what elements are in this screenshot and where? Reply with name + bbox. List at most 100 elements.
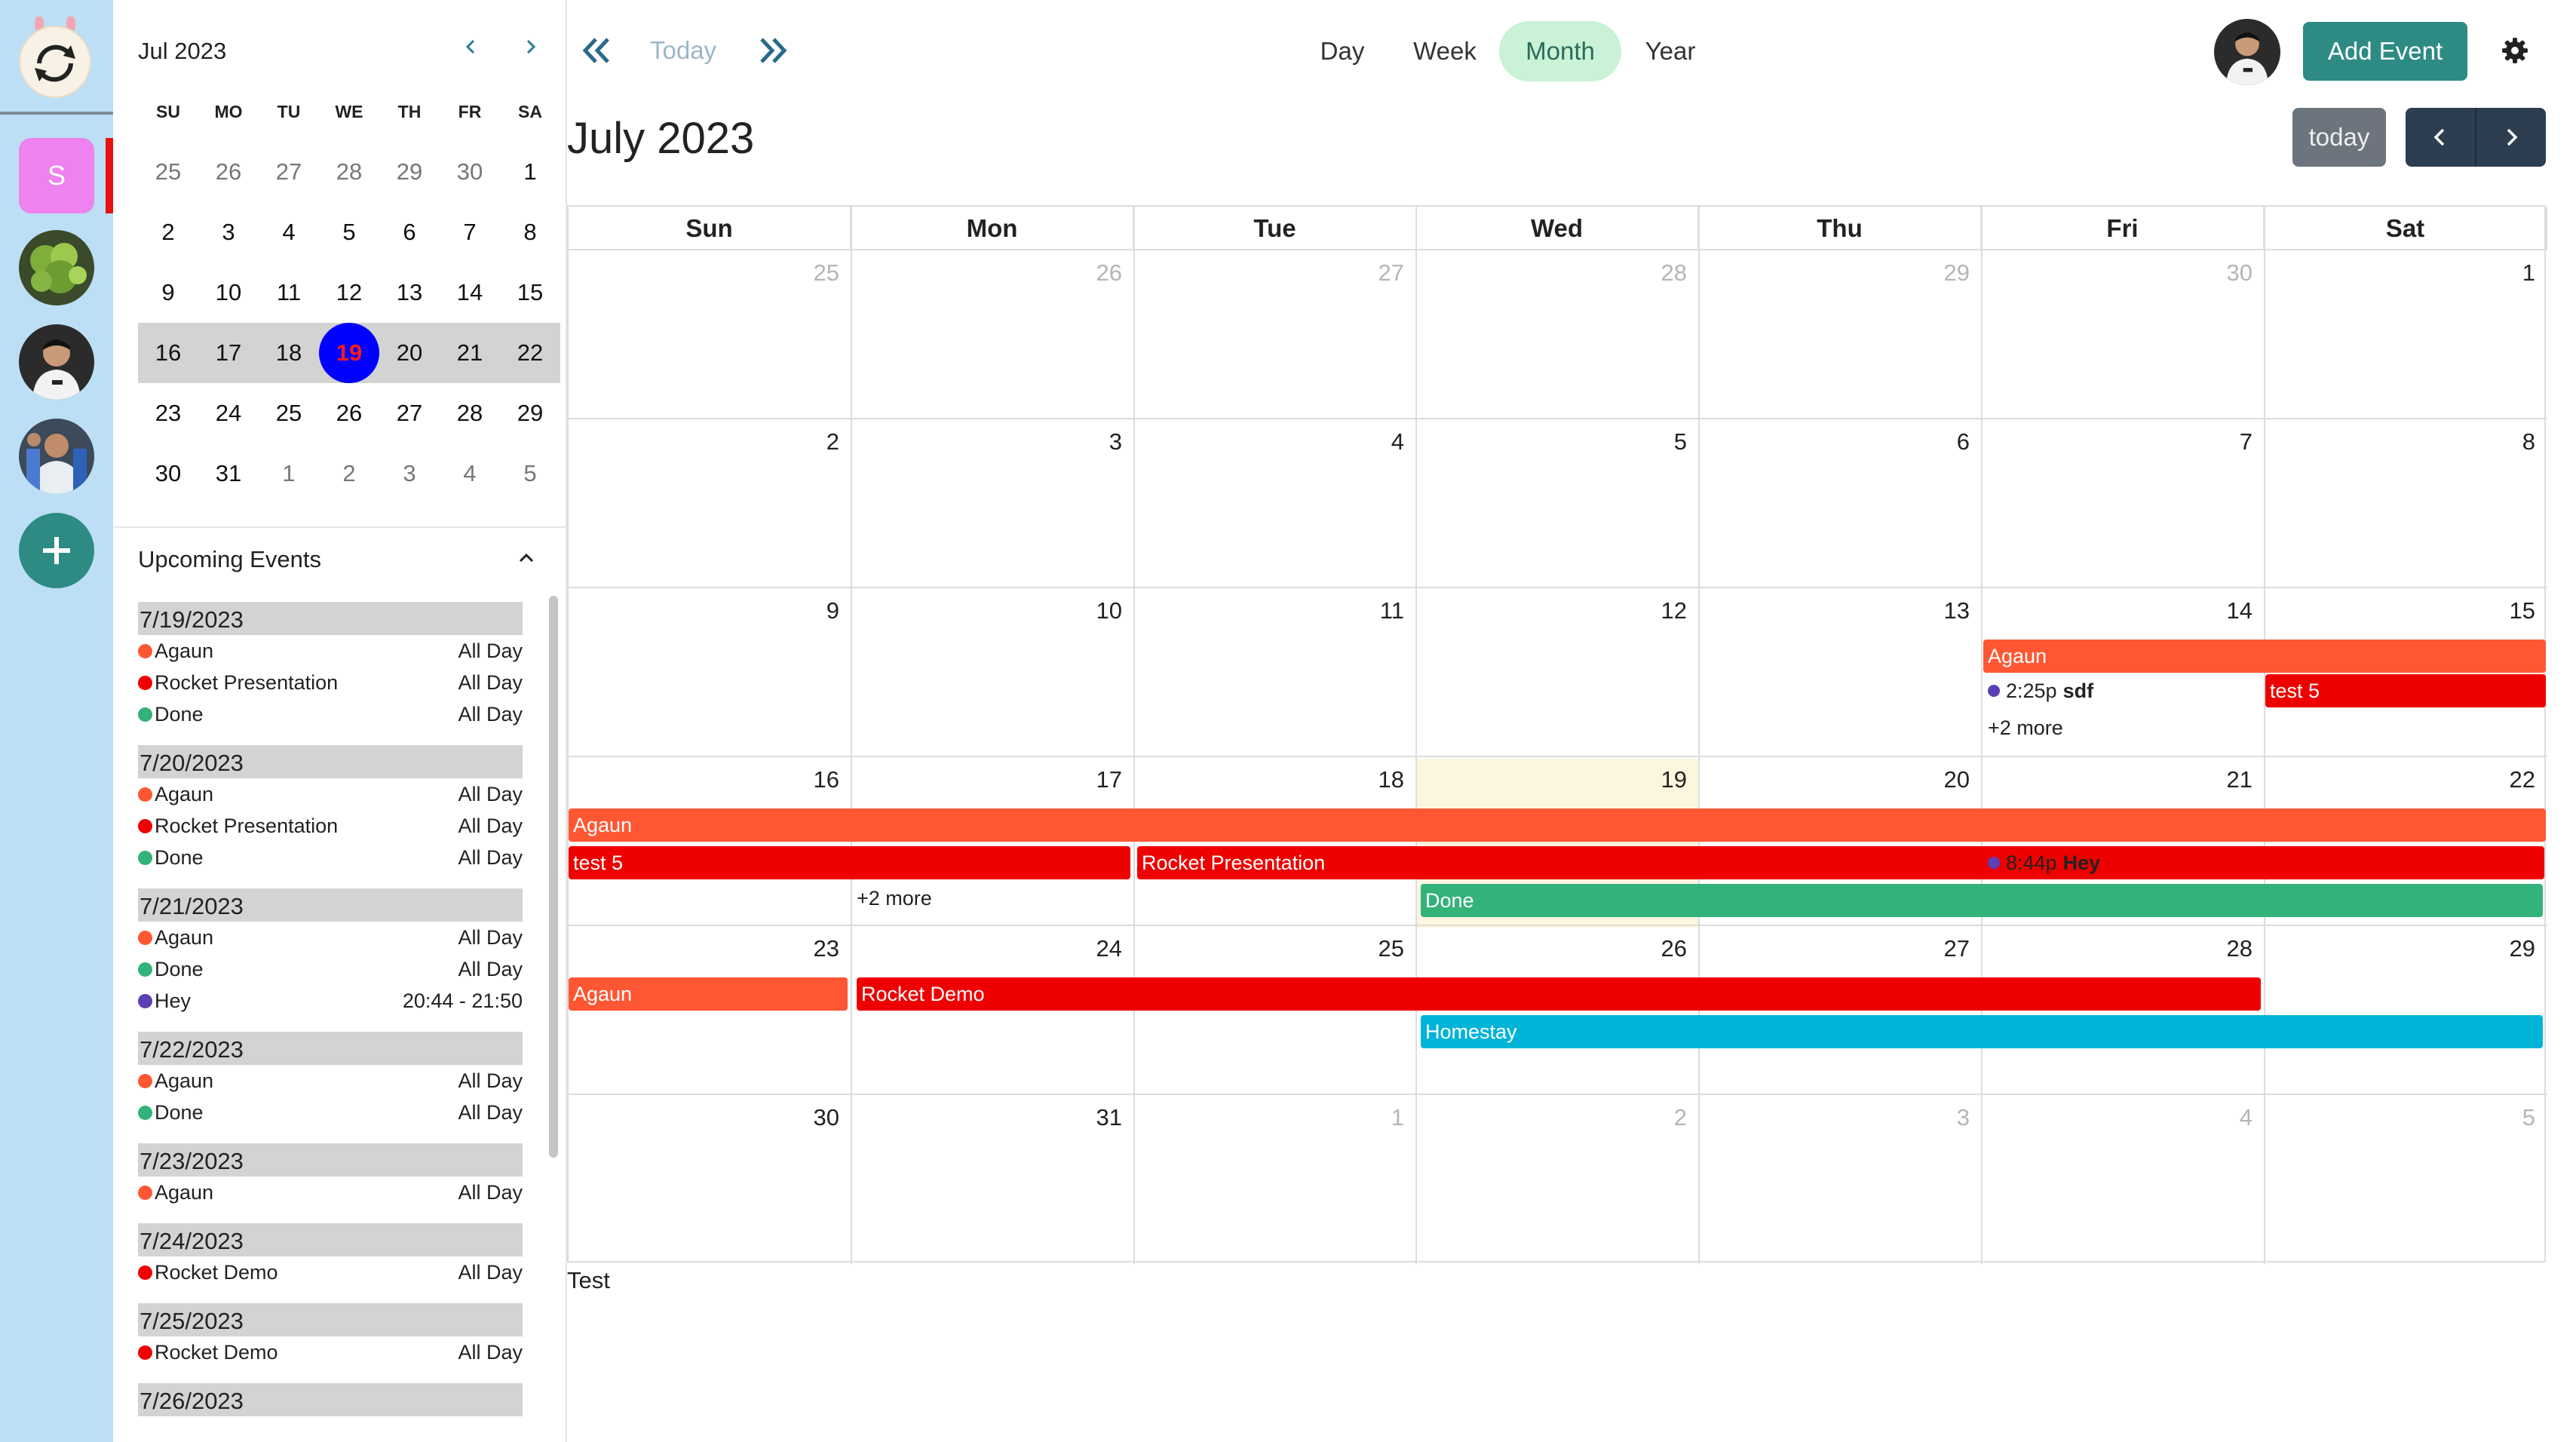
mini-calendar-day[interactable]: 24: [198, 383, 259, 443]
event-done[interactable]: Done: [1421, 884, 2543, 917]
space-broccoli-avatar[interactable]: [19, 230, 94, 305]
day-number[interactable]: 16: [779, 766, 839, 793]
view-week-button[interactable]: Week: [1403, 21, 1487, 81]
day-number[interactable]: 31: [1062, 1104, 1122, 1131]
day-number[interactable]: 30: [779, 1104, 839, 1131]
mini-calendar-day[interactable]: 26: [198, 142, 259, 202]
view-day-button[interactable]: Day: [1303, 21, 1382, 81]
day-number[interactable]: 21: [2192, 766, 2252, 793]
day-number[interactable]: 5: [1627, 428, 1687, 456]
day-number[interactable]: 27: [1909, 935, 1970, 962]
day-number[interactable]: 3: [1062, 428, 1122, 456]
day-number[interactable]: 10: [1062, 597, 1122, 624]
mini-calendar-day[interactable]: 3: [198, 202, 259, 262]
day-number[interactable]: 26: [1627, 935, 1687, 962]
mini-calendar-day[interactable]: 1: [500, 142, 560, 202]
upcoming-event-item[interactable]: Done All Day: [138, 698, 523, 730]
upcoming-event-item[interactable]: Agaun All Day: [138, 635, 523, 667]
event-rocket-presentation[interactable]: Rocket Presentation: [1137, 846, 2544, 879]
mini-calendar-prev-button[interactable]: [455, 33, 486, 63]
day-number[interactable]: 7: [2192, 428, 2252, 456]
view-year-button[interactable]: Year: [1635, 21, 1706, 81]
day-number[interactable]: 18: [1344, 766, 1404, 793]
mini-calendar-day[interactable]: 17: [198, 323, 259, 383]
day-number[interactable]: 11: [1344, 597, 1404, 624]
mini-calendar-day[interactable]: 6: [379, 202, 440, 262]
calendar-today-button[interactable]: today: [2292, 108, 2386, 167]
day-number[interactable]: 12: [1627, 597, 1687, 624]
add-event-button[interactable]: Add Event: [2303, 22, 2467, 81]
space-team-avatar[interactable]: [19, 419, 94, 494]
day-number[interactable]: 8: [2475, 428, 2535, 456]
day-number[interactable]: 15: [2475, 597, 2535, 624]
mini-calendar-day[interactable]: 25: [138, 142, 198, 202]
event-rocket-demo[interactable]: Rocket Demo: [857, 977, 2261, 1011]
upcoming-event-item[interactable]: Done All Day: [138, 1097, 523, 1128]
mini-calendar-day[interactable]: 27: [259, 142, 319, 202]
day-number[interactable]: 9: [779, 597, 839, 624]
event-hey[interactable]: 8:44p Hey: [1988, 846, 2100, 879]
mini-calendar-day[interactable]: 30: [138, 443, 198, 504]
mini-calendar-day[interactable]: 2: [138, 202, 198, 262]
upcoming-event-item[interactable]: Agaun All Day: [138, 778, 523, 810]
mini-calendar-day[interactable]: 21: [440, 323, 500, 383]
upcoming-scrollbar[interactable]: [549, 596, 558, 1158]
mini-calendar-day[interactable]: 9: [138, 262, 198, 323]
day-number[interactable]: 1: [2475, 259, 2535, 287]
day-number[interactable]: 17: [1062, 766, 1122, 793]
day-number[interactable]: 25: [1344, 935, 1404, 962]
upcoming-event-item[interactable]: Agaun All Day: [138, 1065, 523, 1097]
mini-calendar-day[interactable]: 26: [319, 383, 379, 443]
previous-period-button[interactable]: [578, 32, 615, 69]
day-number[interactable]: 28: [2192, 935, 2252, 962]
mini-calendar-day[interactable]: 8: [500, 202, 560, 262]
event-test-5[interactable]: test 5: [569, 846, 1130, 879]
day-number[interactable]: 27: [1344, 259, 1404, 287]
mini-calendar-day[interactable]: 4: [259, 202, 319, 262]
upcoming-event-item[interactable]: Agaun All Day: [138, 1177, 523, 1208]
event-agaun[interactable]: Agaun: [569, 977, 848, 1011]
mini-calendar-day[interactable]: 18: [259, 323, 319, 383]
mini-calendar-day[interactable]: 1: [259, 443, 319, 504]
mini-calendar-day[interactable]: 29: [500, 383, 560, 443]
mini-calendar-day[interactable]: 5: [500, 443, 560, 504]
user-avatar[interactable]: [2214, 19, 2280, 85]
mini-calendar-day[interactable]: 30: [440, 142, 500, 202]
upcoming-event-item[interactable]: Rocket Presentation All Day: [138, 810, 523, 842]
upcoming-event-item[interactable]: Done All Day: [138, 953, 523, 985]
mini-calendar-day[interactable]: 20: [379, 323, 440, 383]
mini-calendar-day[interactable]: 11: [259, 262, 319, 323]
event-agaun[interactable]: Agaun: [569, 808, 2546, 842]
day-number[interactable]: 2: [1627, 1104, 1687, 1131]
event-test-5[interactable]: test 5: [2265, 674, 2546, 707]
day-number[interactable]: 25: [779, 259, 839, 287]
mini-calendar-day[interactable]: 29: [379, 142, 440, 202]
mini-calendar-day[interactable]: 3: [379, 443, 440, 504]
calendar-prev-button[interactable]: [2406, 108, 2475, 167]
more-events-link[interactable]: +2 more: [1988, 716, 2063, 740]
view-month-button[interactable]: Month: [1499, 21, 1621, 81]
mini-calendar-day[interactable]: 13: [379, 262, 440, 323]
mini-calendar-day[interactable]: 4: [440, 443, 500, 504]
day-number[interactable]: 29: [1909, 259, 1970, 287]
day-number[interactable]: 6: [1909, 428, 1970, 456]
mini-calendar-day[interactable]: 23: [138, 383, 198, 443]
upcoming-event-item[interactable]: Rocket Demo All Day: [138, 1336, 523, 1368]
upcoming-event-item[interactable]: Hey 20:44 - 21:50: [138, 985, 523, 1017]
mini-calendar-day[interactable]: 28: [319, 142, 379, 202]
add-space-button[interactable]: [19, 513, 94, 588]
today-link[interactable]: Today: [650, 36, 716, 65]
day-number[interactable]: 22: [2475, 766, 2535, 793]
day-number[interactable]: 14: [2192, 597, 2252, 624]
mini-calendar-day[interactable]: 5: [319, 202, 379, 262]
mini-calendar-day[interactable]: 10: [198, 262, 259, 323]
space-player-avatar[interactable]: [19, 324, 94, 400]
upcoming-event-item[interactable]: Done All Day: [138, 842, 523, 873]
mini-calendar-day[interactable]: 28: [440, 383, 500, 443]
mini-calendar-day[interactable]: 15: [500, 262, 560, 323]
mini-calendar-day[interactable]: 19: [319, 323, 379, 383]
event-agaun[interactable]: Agaun: [1983, 640, 2546, 673]
upcoming-event-item[interactable]: Rocket Presentation All Day: [138, 667, 523, 698]
mini-calendar-day[interactable]: 27: [379, 383, 440, 443]
day-number[interactable]: 13: [1909, 597, 1970, 624]
